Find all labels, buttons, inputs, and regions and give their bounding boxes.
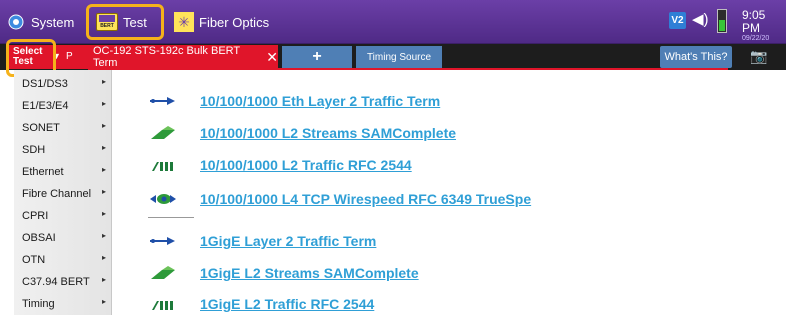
sidebar-item-ds1-ds3[interactable]: DS1/DS3 ▸: [14, 74, 112, 94]
sidebar-item-cpri[interactable]: CPRI ▸: [14, 206, 112, 226]
chevron-right-icon: ▸: [101, 297, 106, 306]
camera-icon[interactable]: 📷: [750, 48, 774, 66]
arrow-icon: [150, 94, 176, 108]
group-divider: [148, 217, 194, 218]
close-icon[interactable]: ✕: [266, 49, 278, 66]
sidebar-item-label: E1/E3/E4: [22, 100, 69, 112]
sidebar-item-label: C37.94 BERT: [22, 276, 90, 288]
sidebar-item-e1-e3-e4[interactable]: E1/E3/E4 ▸: [14, 96, 112, 116]
test-link[interactable]: 10/100/1000 L2 Traffic RFC 2544: [200, 157, 412, 173]
sidebar-item-timing[interactable]: Timing ▸: [14, 294, 112, 314]
list-item[interactable]: 1GigE L2 Streams SAMComplete: [150, 262, 419, 284]
tab-timing-source[interactable]: Timing Source: [356, 46, 442, 68]
tab-active-test[interactable]: OC-192 STS-192c Bulk BERT Term ✕: [88, 45, 278, 69]
tab-bar: Select Test ▼ P OC-192 STS-192c Bulk BER…: [0, 44, 786, 70]
sidebar-item-label: SONET: [22, 122, 60, 134]
sidebar-item-obsai[interactable]: OBSAI ▸: [14, 228, 112, 248]
gear-icon: [8, 14, 24, 30]
sidebar-item-label: CPRI: [22, 210, 49, 222]
active-tab-label: OC-192 STS-192c Bulk BERT Term: [93, 45, 240, 69]
list-item[interactable]: 1GigE Layer 2 Traffic Term: [150, 230, 376, 252]
chevron-right-icon: ▸: [101, 253, 106, 262]
test-link[interactable]: 10/100/1000 L4 TCP Wirespeed RFC 6349 Tr…: [200, 191, 531, 207]
bars-icon: [150, 158, 176, 172]
sidebar-item-label: OBSAI: [22, 232, 56, 244]
tab-underline: [88, 68, 728, 70]
sidebar-item-label: SDH: [22, 144, 46, 156]
streams-icon: [150, 266, 176, 280]
sidebar-item-label: DS1/DS3: [22, 78, 68, 90]
chevron-right-icon: ▸: [101, 275, 106, 284]
system-menu[interactable]: System: [6, 8, 74, 36]
sidebar-item-label: Fibre Channel: [22, 188, 92, 200]
v2-badge[interactable]: V2: [669, 12, 686, 29]
list-item[interactable]: 10/100/1000 Eth Layer 2 Traffic Term: [150, 90, 440, 112]
streams-icon: [150, 126, 176, 140]
list-item[interactable]: 10/100/1000 L4 TCP Wirespeed RFC 6349 Tr…: [150, 188, 531, 210]
fiber-optics-menu[interactable]: ✳ Fiber Optics: [174, 8, 269, 36]
system-label: System: [31, 14, 75, 30]
speaker-icon[interactable]: ◀): [692, 10, 712, 30]
chevron-right-icon: ▸: [101, 231, 106, 240]
whats-this-button[interactable]: What's This?: [660, 46, 732, 68]
select-test-fragment: P: [66, 51, 73, 62]
chevron-right-icon: ▸: [101, 209, 106, 218]
test-category-sidebar: DS1/DS3 ▸ E1/E3/E4 ▸ SONET ▸ SDH ▸ Ethernet ▸…: [14, 70, 112, 315]
test-link[interactable]: 1GigE Layer 2 Traffic Term: [200, 233, 376, 249]
test-highlight-box: [86, 4, 164, 40]
sidebar-item-c37-94-bert[interactable]: C37.94 BERT ▸: [14, 272, 112, 292]
sidebar-item-label: OTN: [22, 254, 46, 266]
sidebar-item-label: Ethernet: [22, 166, 64, 178]
list-item[interactable]: 1GigE L2 Traffic RFC 2544: [150, 293, 374, 315]
test-link[interactable]: 10/100/1000 L2 Streams SAMComplete: [200, 125, 456, 141]
sidebar-item-otn[interactable]: OTN ▸: [14, 250, 112, 270]
fiber-optics-label: Fiber Optics: [199, 14, 270, 30]
sidebar-item-sonet[interactable]: SONET ▸: [14, 118, 112, 138]
clock-time: 9:05 PM: [742, 8, 766, 35]
list-item[interactable]: 10/100/1000 L2 Streams SAMComplete: [150, 122, 456, 144]
test-link[interactable]: 1GigE L2 Streams SAMComplete: [200, 265, 419, 281]
chevron-right-icon: ▸: [101, 77, 106, 86]
clock: 9:05 PM 09/22/20: [742, 8, 786, 43]
sidebar-item-label: Timing: [22, 298, 55, 310]
add-test-button[interactable]: +: [282, 46, 352, 68]
arrow-icon: [150, 234, 176, 248]
sidebar-item-sdh[interactable]: SDH ▸: [14, 140, 112, 160]
sidebar-item-ethernet[interactable]: Ethernet ▸: [14, 162, 112, 182]
chevron-right-icon: ▸: [101, 187, 106, 196]
battery-icon: [717, 9, 727, 33]
eye-icon: [150, 192, 176, 206]
fiber-optics-icon: ✳: [174, 12, 194, 32]
list-item[interactable]: 10/100/1000 L2 Traffic RFC 2544: [150, 154, 412, 176]
test-link[interactable]: 1GigE L2 Traffic RFC 2544: [200, 296, 374, 312]
clock-date: 09/22/20: [742, 35, 770, 42]
chevron-right-icon: ▸: [101, 99, 106, 108]
test-link[interactable]: 10/100/1000 Eth Layer 2 Traffic Term: [200, 93, 440, 109]
sidebar-item-fibre-channel[interactable]: Fibre Channel ▸: [14, 184, 112, 204]
bars-icon: [150, 297, 176, 311]
chevron-right-icon: ▸: [101, 165, 106, 174]
app-window: System BERT Test ✳ Fiber Optics V2 ◀) 9:…: [0, 0, 786, 315]
chevron-right-icon: ▸: [101, 121, 106, 130]
chevron-right-icon: ▸: [101, 143, 106, 152]
